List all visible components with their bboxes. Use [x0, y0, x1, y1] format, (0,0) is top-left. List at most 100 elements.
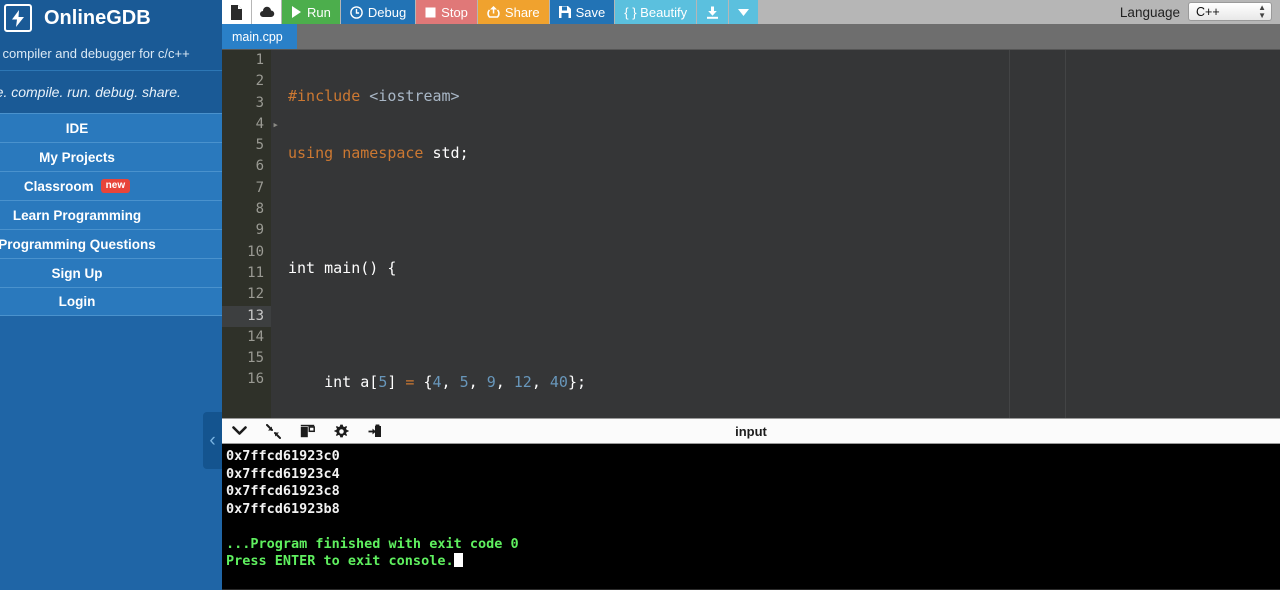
sidebar: OnlineGDB online compiler and debugger f…	[0, 0, 222, 590]
language-select-value: C++	[1196, 4, 1220, 19]
sidebar-item-label: Classroom	[23, 178, 94, 194]
tab-main-cpp[interactable]: main.cpp	[222, 24, 297, 49]
caret-down-icon	[738, 8, 750, 16]
floppy-disk-icon	[558, 6, 571, 18]
line-number: 16	[247, 371, 264, 388]
file-tab-bar: main.cpp	[222, 24, 1280, 50]
line-number: 6	[255, 158, 264, 175]
stop-button[interactable]: Stop	[416, 0, 478, 24]
beautify-button-label: { } Beautify	[624, 4, 688, 20]
console-line: 0x7ffcd61923c8	[226, 483, 340, 499]
sidebar-background	[0, 325, 222, 590]
code-editor[interactable]: 1 2 3 4▸ 5 6 7 8 9 10 11 12 13 14 15 16	[222, 50, 1280, 418]
sidebar-brand[interactable]: OnlineGDB	[0, 0, 222, 36]
stepper-arrows-icon: ▲ ▼	[1258, 3, 1266, 20]
gear-icon[interactable]	[324, 419, 358, 444]
code-line: int a[5] = {4, 5, 9, 12, 40};	[288, 373, 587, 392]
code-content[interactable]: #include <iostream> using namespace std;…	[277, 50, 1280, 418]
console-toolbar: input	[222, 418, 1280, 444]
run-button[interactable]: Run	[282, 0, 341, 24]
sidebar-item-label: My Projects	[39, 149, 115, 165]
sidebar-item-my-projects[interactable]: My Projects	[0, 142, 222, 171]
line-number: 4 ▸	[222, 114, 279, 135]
status-badge-new: new	[100, 179, 131, 193]
sidebar-item-classroom[interactable]: Classroom new	[0, 171, 222, 200]
sidebar-tagline: online compiler and debugger for c/c++	[0, 36, 222, 71]
line-number: 12	[247, 286, 264, 303]
stop-button-label: Stop	[441, 4, 468, 20]
sidebar-nav: IDE My Projects Classroom new Learn Prog…	[0, 113, 222, 316]
window-layout-icon[interactable]	[290, 419, 324, 444]
line-number: 2	[255, 73, 264, 90]
console-line: 0x7ffcd61923b8	[226, 500, 340, 517]
download-icon	[706, 6, 719, 19]
new-file-icon	[230, 4, 243, 20]
sidebar-item-ide[interactable]: IDE	[0, 113, 222, 142]
language-label: Language	[1119, 4, 1180, 20]
share-button[interactable]: Share	[477, 0, 550, 24]
share-button-label: Share	[504, 4, 540, 20]
console-line: 0x7ffcd61923c0	[226, 448, 340, 464]
sidebar-item-learn-programming[interactable]: Learn Programming	[0, 200, 222, 229]
line-number: 11	[247, 264, 264, 281]
console-prompt-line: Press ENTER to exit console.	[224, 553, 1280, 571]
sidebar-item-sign-up[interactable]: Sign Up	[0, 258, 222, 287]
tab-label: main.cpp	[232, 29, 283, 44]
line-number: 14	[247, 328, 264, 345]
code-line: int main() {	[288, 258, 397, 277]
toolbar: Run Debug Stop Share Save {} Beautify L…	[222, 0, 1280, 24]
line-number: 1	[255, 52, 264, 68]
collapse-arrows-icon[interactable]	[256, 419, 290, 444]
sidebar-item-label: Login	[58, 294, 96, 309]
chevron-left-icon: ‹	[209, 430, 216, 451]
debug-button[interactable]: Debug	[340, 0, 417, 24]
line-number: 5	[255, 137, 264, 154]
new-file-button[interactable]	[222, 0, 252, 24]
console-cursor	[453, 553, 463, 567]
sidebar-collapse-handle[interactable]: ‹	[203, 412, 222, 469]
main-pane: Run Debug Stop Share Save {} Beautify L…	[222, 0, 1280, 590]
sidebar-item-label: IDE	[65, 120, 89, 136]
import-input-icon[interactable]	[358, 419, 392, 444]
line-number-active: 13	[222, 305, 271, 327]
line-number: 7	[255, 179, 264, 196]
code-line: #include <iostream>	[288, 87, 460, 105]
editor-gutter: 1 2 3 4 ▸ 5 6 7 8 9 10 11 12 13 14 15 16	[222, 50, 279, 418]
line-number: 3	[255, 94, 264, 111]
sidebar-item-programming-questions[interactable]: Programming Questions	[0, 229, 222, 258]
run-button-label: Run	[307, 4, 331, 20]
line-number: 9	[255, 222, 264, 239]
console-output[interactable]: 0x7ffcd61923c0 0x7ffcd61923c4 0x7ffcd619…	[222, 444, 1280, 589]
open-file-button[interactable]	[252, 0, 282, 24]
sidebar-item-label: Programming Questions	[0, 236, 156, 252]
sidebar-item-label: Learn Programming	[12, 207, 142, 223]
bolt-icon	[4, 4, 32, 32]
download-button[interactable]	[697, 0, 730, 24]
beautify-button[interactable]: { } Beautify	[615, 0, 698, 24]
sidebar-item-login[interactable]: Login	[0, 287, 222, 316]
save-button-label: Save	[575, 4, 606, 20]
line-number: 10	[247, 243, 264, 260]
line-number: 15	[247, 350, 264, 367]
upload-cloud-icon	[259, 5, 275, 19]
brand-name: OnlineGDB	[44, 6, 151, 29]
onlinegdb-ide-window: OnlineGDB online compiler and debugger f…	[0, 0, 1280, 590]
code-line: using namespace std;	[288, 144, 469, 163]
console-line: 0x7ffcd61923c4	[226, 465, 340, 482]
save-button[interactable]: Save	[549, 0, 616, 24]
sidebar-item-label: Sign Up	[51, 265, 103, 281]
line-number: 8	[255, 201, 264, 218]
language-select[interactable]: C++ ▲ ▼	[1188, 2, 1272, 21]
stop-square-icon	[425, 7, 436, 18]
sidebar-slogan: code. compile. run. debug. share.	[0, 71, 222, 113]
toolbar-spacer	[759, 0, 1120, 24]
chevron-down-icon[interactable]	[222, 419, 256, 444]
debug-button-label: Debug	[367, 4, 407, 20]
debug-circle-icon	[350, 5, 363, 19]
console-status-line: ...Program finished with exit code 0	[226, 535, 519, 552]
more-options-button[interactable]	[729, 0, 760, 24]
play-icon	[291, 6, 302, 18]
